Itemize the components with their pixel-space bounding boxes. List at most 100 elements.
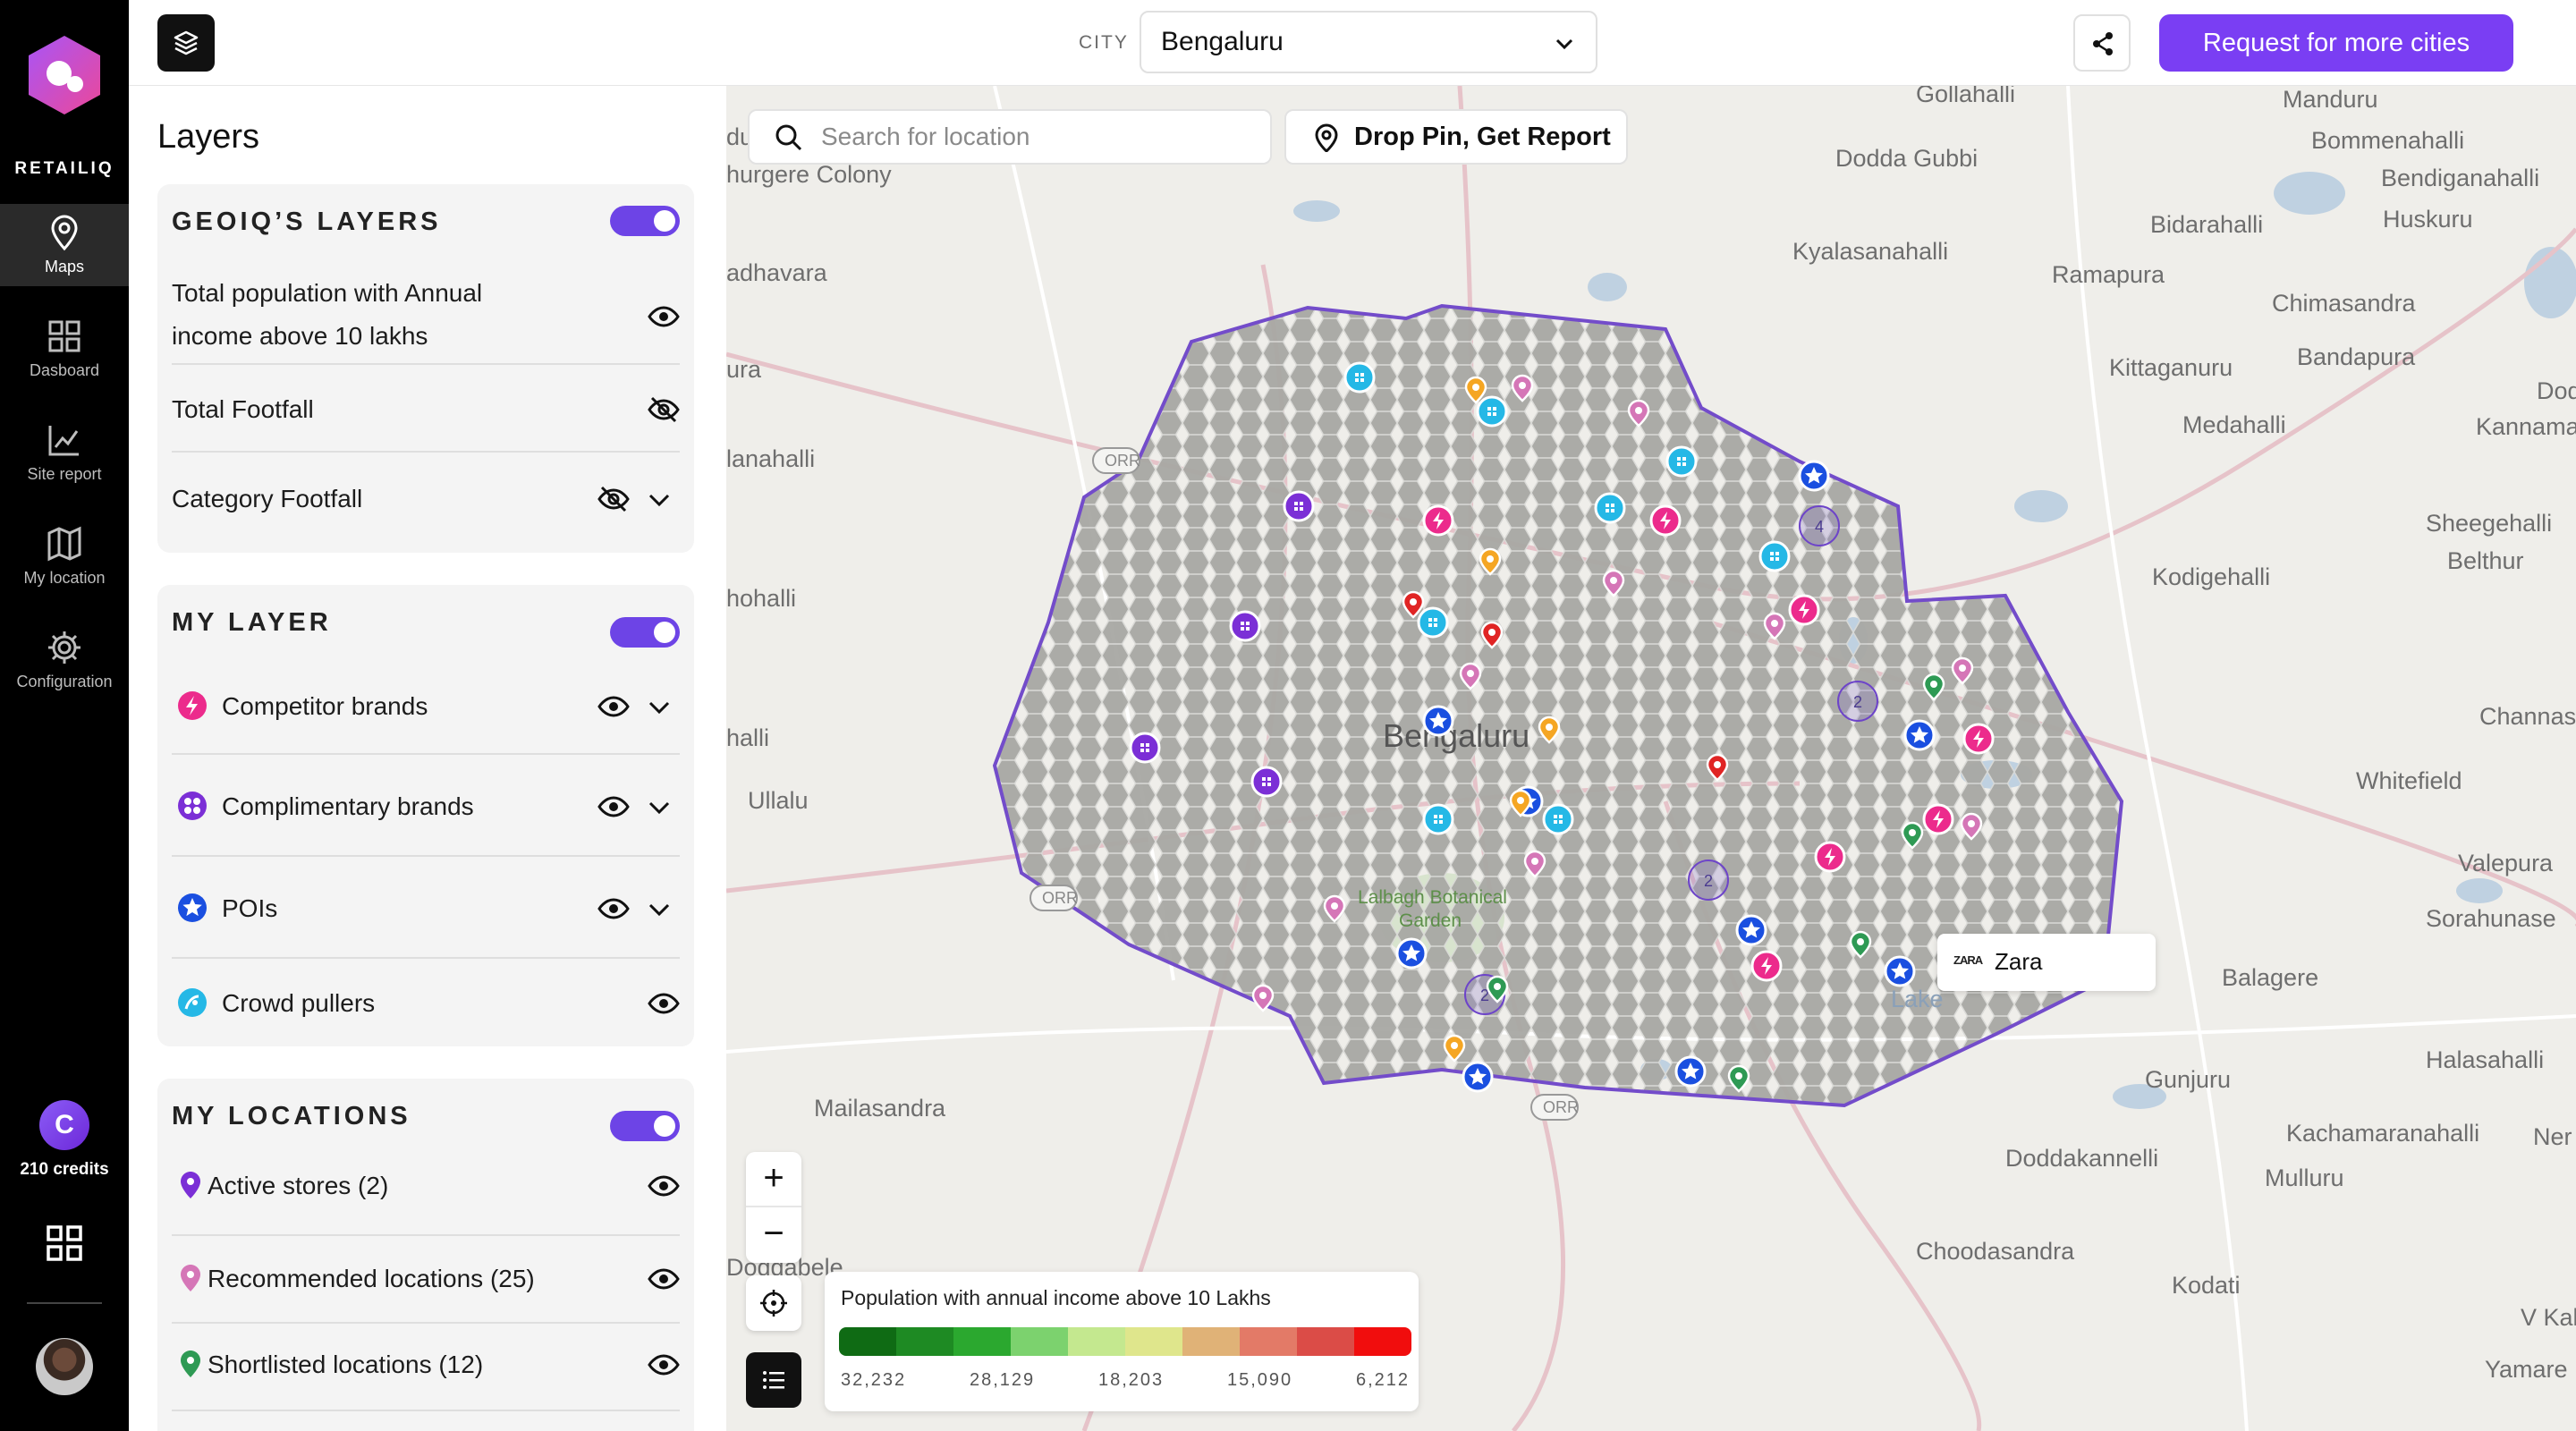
recommended-pin[interactable] bbox=[1627, 399, 1650, 428]
crowd-puller-marker[interactable] bbox=[1665, 445, 1698, 478]
chevron-down-icon[interactable] bbox=[646, 794, 673, 821]
competitor-marker[interactable] bbox=[1814, 841, 1846, 873]
layers-toggle-button[interactable] bbox=[157, 14, 215, 72]
active-store-pin[interactable] bbox=[1538, 716, 1561, 744]
eye-off-icon[interactable] bbox=[648, 394, 680, 426]
crowd-puller-marker[interactable] bbox=[1343, 361, 1376, 394]
recommended-pin[interactable] bbox=[1523, 850, 1546, 878]
chevron-down-icon[interactable] bbox=[646, 896, 673, 923]
active-store-pin[interactable] bbox=[1443, 1034, 1466, 1063]
my-layer-toggle[interactable] bbox=[610, 617, 680, 648]
layer-row-pois[interactable]: POIs bbox=[172, 859, 680, 959]
layer-row-total-footfall[interactable]: Total Footfall bbox=[172, 367, 680, 453]
chevron-down-icon[interactable] bbox=[646, 487, 673, 513]
credit-avatar[interactable]: C bbox=[39, 1100, 89, 1150]
poi-marker[interactable] bbox=[1395, 937, 1428, 970]
competitor-store-pin[interactable] bbox=[1480, 621, 1504, 649]
layer-row-population[interactable]: Total population with Annual income abov… bbox=[172, 270, 680, 365]
eye-icon[interactable] bbox=[648, 1349, 680, 1381]
nav-site-report[interactable]: Site report bbox=[0, 411, 129, 494]
poi-marker[interactable] bbox=[1735, 914, 1767, 946]
complimentary-marker[interactable] bbox=[1283, 490, 1315, 522]
layer-row-competitor-brands[interactable]: Competitor brands bbox=[172, 660, 680, 755]
crowd-puller-marker[interactable] bbox=[1594, 492, 1626, 524]
recommended-pin[interactable] bbox=[1960, 812, 1983, 841]
poi-marker[interactable] bbox=[1798, 460, 1830, 492]
shortlisted-pin[interactable] bbox=[1849, 930, 1872, 959]
crowd-puller-marker[interactable] bbox=[1417, 606, 1449, 639]
apps-grid-icon[interactable] bbox=[45, 1224, 84, 1263]
complimentary-marker[interactable] bbox=[1250, 766, 1283, 798]
poi-marker[interactable] bbox=[1422, 705, 1454, 737]
layer-row-complimentary-brands[interactable]: Complimentary brands bbox=[172, 757, 680, 857]
poi-tooltip[interactable]: ZARA Zara bbox=[1937, 934, 2156, 991]
shortlisted-pin[interactable] bbox=[1922, 673, 1945, 701]
zoom-controls: + − bbox=[746, 1152, 801, 1263]
map-canvas[interactable]: ORR ORR ORR 4 2 2 2 Gollahalli Manduru D… bbox=[726, 86, 2576, 1431]
my-locations-toggle[interactable] bbox=[610, 1111, 680, 1141]
nav-maps[interactable]: Maps bbox=[0, 204, 129, 286]
competitor-store-pin[interactable] bbox=[1402, 590, 1425, 619]
search-input[interactable] bbox=[821, 111, 1250, 163]
active-store-pin[interactable] bbox=[1479, 547, 1502, 576]
shortlisted-pin[interactable] bbox=[1901, 821, 1924, 850]
request-more-cities-button[interactable]: Request for more cities bbox=[2159, 14, 2513, 72]
poi-marker[interactable] bbox=[1462, 1061, 1494, 1093]
nav-my-location[interactable]: My location bbox=[0, 515, 129, 597]
legend-tick: 28,129 bbox=[970, 1370, 1036, 1390]
chevron-down-icon[interactable] bbox=[646, 694, 673, 721]
poi-marker[interactable] bbox=[1884, 955, 1916, 987]
eye-icon[interactable] bbox=[597, 690, 630, 723]
complimentary-marker[interactable] bbox=[1129, 732, 1161, 764]
zoom-in-button[interactable]: + bbox=[746, 1152, 801, 1207]
recommended-pin[interactable] bbox=[1251, 984, 1275, 1012]
nav-label: My location bbox=[23, 569, 106, 587]
layer-row-crowd-pullers[interactable]: Crowd pullers bbox=[172, 961, 680, 1046]
competitor-marker[interactable] bbox=[1750, 950, 1783, 982]
city-select[interactable]: Bengaluru bbox=[1140, 11, 1597, 73]
competitor-marker[interactable] bbox=[1422, 504, 1454, 537]
competitor-marker[interactable] bbox=[1962, 723, 1995, 755]
shortlisted-pin[interactable] bbox=[1727, 1064, 1750, 1093]
location-row-recommended[interactable]: Recommended locations (25) bbox=[172, 1238, 680, 1324]
shortlisted-pin[interactable] bbox=[1486, 975, 1509, 1003]
eye-off-icon[interactable] bbox=[597, 483, 630, 515]
drop-pin-button[interactable]: Drop Pin, Get Report bbox=[1284, 109, 1628, 165]
eye-icon[interactable] bbox=[597, 893, 630, 925]
geoiq-layers-toggle[interactable] bbox=[610, 206, 680, 236]
locate-button[interactable] bbox=[746, 1275, 801, 1331]
poi-marker[interactable] bbox=[1674, 1055, 1707, 1088]
competitor-marker[interactable] bbox=[1922, 803, 1954, 835]
location-row-active-stores[interactable]: Active stores (2) bbox=[172, 1154, 680, 1236]
eye-icon[interactable] bbox=[597, 791, 630, 823]
eye-icon[interactable] bbox=[648, 1170, 680, 1202]
share-button[interactable] bbox=[2073, 14, 2131, 72]
complimentary-marker[interactable] bbox=[1229, 610, 1261, 642]
crowd-puller-marker[interactable] bbox=[1422, 803, 1454, 835]
nav-dashboard[interactable]: Dasboard bbox=[0, 308, 129, 390]
poi-marker[interactable] bbox=[1903, 719, 1936, 751]
competitor-marker[interactable] bbox=[1788, 594, 1820, 626]
zoom-out-button[interactable]: − bbox=[746, 1207, 801, 1263]
user-avatar[interactable] bbox=[36, 1338, 93, 1395]
competitor-store-pin[interactable] bbox=[1706, 753, 1729, 782]
recommended-pin[interactable] bbox=[1511, 374, 1534, 402]
eye-icon[interactable] bbox=[648, 987, 680, 1020]
recommended-pin[interactable] bbox=[1323, 894, 1346, 923]
recommended-pin[interactable] bbox=[1763, 612, 1786, 640]
eye-icon[interactable] bbox=[648, 301, 680, 333]
crowd-puller-marker[interactable] bbox=[1542, 803, 1574, 835]
legend-list-button[interactable] bbox=[746, 1352, 801, 1408]
location-row-shortlisted[interactable]: Shortlisted locations (12) bbox=[172, 1325, 680, 1411]
nav-configuration[interactable]: Configuration bbox=[0, 619, 129, 701]
crowd-puller-marker[interactable] bbox=[1758, 540, 1791, 572]
eye-icon[interactable] bbox=[648, 1263, 680, 1295]
layer-row-category-footfall[interactable]: Category Footfall bbox=[172, 454, 680, 544]
active-store-pin[interactable] bbox=[1464, 376, 1487, 404]
retailiq-logo[interactable] bbox=[25, 34, 104, 116]
competitor-marker[interactable] bbox=[1649, 504, 1682, 537]
recommended-pin[interactable] bbox=[1459, 662, 1482, 690]
crowd-puller-marker[interactable] bbox=[1476, 395, 1508, 428]
recommended-pin[interactable] bbox=[1602, 569, 1625, 597]
recommended-pin[interactable] bbox=[1951, 656, 1974, 685]
